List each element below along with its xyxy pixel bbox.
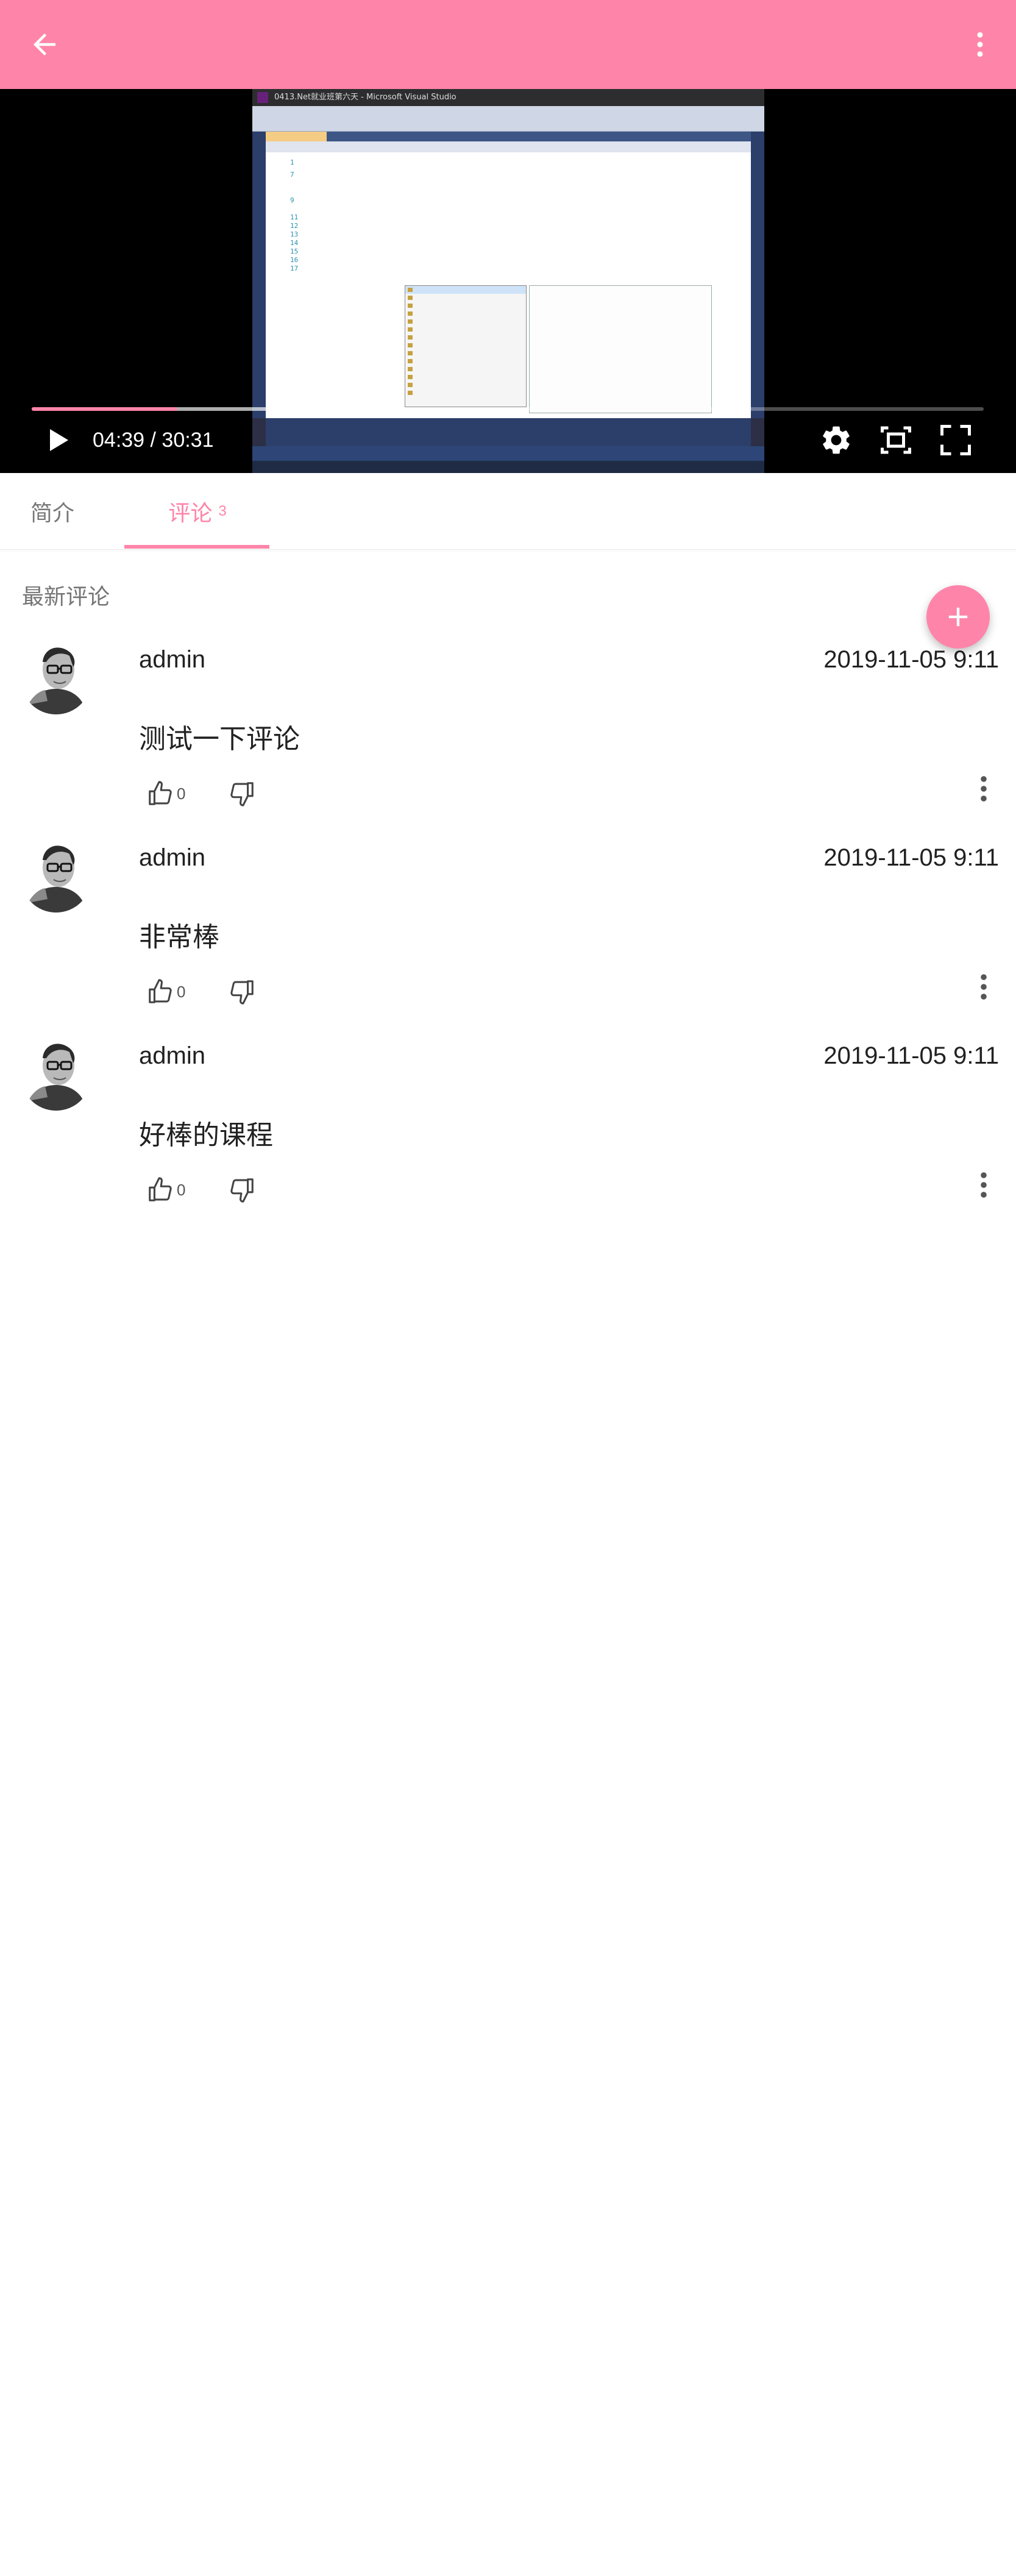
comment-item: admin 2019-11-05 9:11 测试一下评论 0 (0, 638, 1016, 836)
arrow-left-icon (34, 34, 55, 55)
video-menubar (252, 106, 764, 118)
comment-username: admin (139, 1042, 205, 1069)
avatar[interactable] (21, 836, 91, 913)
video-intellisense-list (405, 285, 527, 407)
video-frame: 0413.Net就业班第六天 - Microsoft Visual Studio… (252, 89, 764, 473)
comment-date: 2019-11-05 9:11 (823, 844, 999, 871)
video-doc-tabs (266, 132, 751, 141)
like-button[interactable]: 0 (146, 777, 185, 811)
comments-count-badge: 3 (218, 503, 227, 519)
more-vertical-icon (981, 1172, 987, 1198)
latest-comments-heading: 最新评论 (22, 584, 110, 609)
like-count: 0 (177, 1180, 186, 1199)
like-button[interactable]: 0 (146, 1173, 185, 1207)
back-button[interactable] (24, 24, 65, 65)
progress-slider[interactable] (32, 407, 984, 411)
thumbs-up-icon (149, 781, 172, 805)
video-window-title: 0413.Net就业班第六天 - Microsoft Visual Studio (252, 89, 764, 106)
avatar[interactable] (21, 638, 91, 714)
dislike-button[interactable] (228, 777, 256, 811)
comment-text: 好棒的课程 (139, 1120, 273, 1150)
fullscreen-icon (940, 425, 971, 455)
tab-bar: 简介 评论 3 (0, 473, 1016, 550)
thumbs-down-icon (230, 980, 254, 1005)
more-vertical-icon (981, 974, 987, 1000)
thumbs-up-icon (149, 979, 172, 1003)
tab-comments[interactable]: 评论 3 (126, 473, 269, 550)
comment-text: 测试一下评论 (139, 724, 300, 754)
picture-in-picture-button[interactable] (878, 422, 914, 458)
comment-username: admin (139, 646, 205, 673)
comment-more-button[interactable] (973, 770, 995, 807)
tab-intro-label: 简介 (30, 500, 74, 525)
tab-comments-label: 评论 (168, 500, 213, 525)
thumbs-up-icon (149, 1177, 172, 1201)
plus-icon (948, 607, 968, 627)
video-side-panel (252, 132, 266, 418)
dislike-button[interactable] (228, 975, 256, 1009)
avatar[interactable] (21, 1034, 91, 1111)
comment-date: 2019-11-05 9:11 (823, 646, 999, 673)
comment-item: admin 2019-11-05 9:11 非常棒 0 (0, 836, 1016, 1034)
add-comment-button[interactable] (926, 585, 990, 649)
visual-studio-logo-icon (257, 92, 268, 103)
time-display: 04:39 / 30:31 (93, 429, 214, 452)
video-status-bar (252, 446, 764, 461)
thumbs-down-icon (230, 782, 254, 806)
app-bar (0, 0, 1016, 89)
comment-text: 非常棒 (139, 922, 219, 952)
progress-played (32, 407, 177, 411)
dislike-button[interactable] (228, 1173, 256, 1207)
like-count: 0 (177, 784, 186, 803)
video-right-panel (751, 132, 764, 418)
user-avatar-icon (21, 638, 91, 714)
video-toolbar (252, 118, 764, 132)
like-count: 0 (177, 982, 186, 1001)
comment-more-button[interactable] (973, 1167, 995, 1203)
more-menu-button[interactable] (960, 24, 1000, 65)
comment-date: 2019-11-05 9:11 (823, 1042, 999, 1069)
play-button[interactable] (40, 423, 74, 457)
comment-more-button[interactable] (973, 969, 995, 1005)
comment-username: admin (139, 844, 205, 871)
fullscreen-button[interactable] (937, 422, 974, 458)
play-icon (50, 429, 68, 451)
like-button[interactable]: 0 (146, 975, 185, 1009)
video-nav-bar (266, 141, 751, 152)
user-avatar-icon (21, 1034, 91, 1111)
settings-icon (823, 426, 850, 454)
more-vertical-icon (981, 776, 987, 802)
settings-button[interactable] (818, 422, 854, 458)
video-player[interactable]: 0413.Net就业班第六天 - Microsoft Visual Studio… (0, 89, 1016, 473)
user-avatar-icon (21, 836, 91, 913)
video-tooltip-pane (529, 285, 712, 413)
comment-item: admin 2019-11-05 9:11 好棒的课程 0 (0, 1034, 1016, 1232)
active-tab-indicator (124, 545, 269, 549)
tab-intro[interactable]: 简介 (0, 473, 105, 550)
video-taskbar (252, 461, 764, 473)
more-vertical-icon (977, 32, 983, 57)
picture-in-picture-icon (881, 426, 911, 454)
thumbs-down-icon (230, 1178, 254, 1203)
